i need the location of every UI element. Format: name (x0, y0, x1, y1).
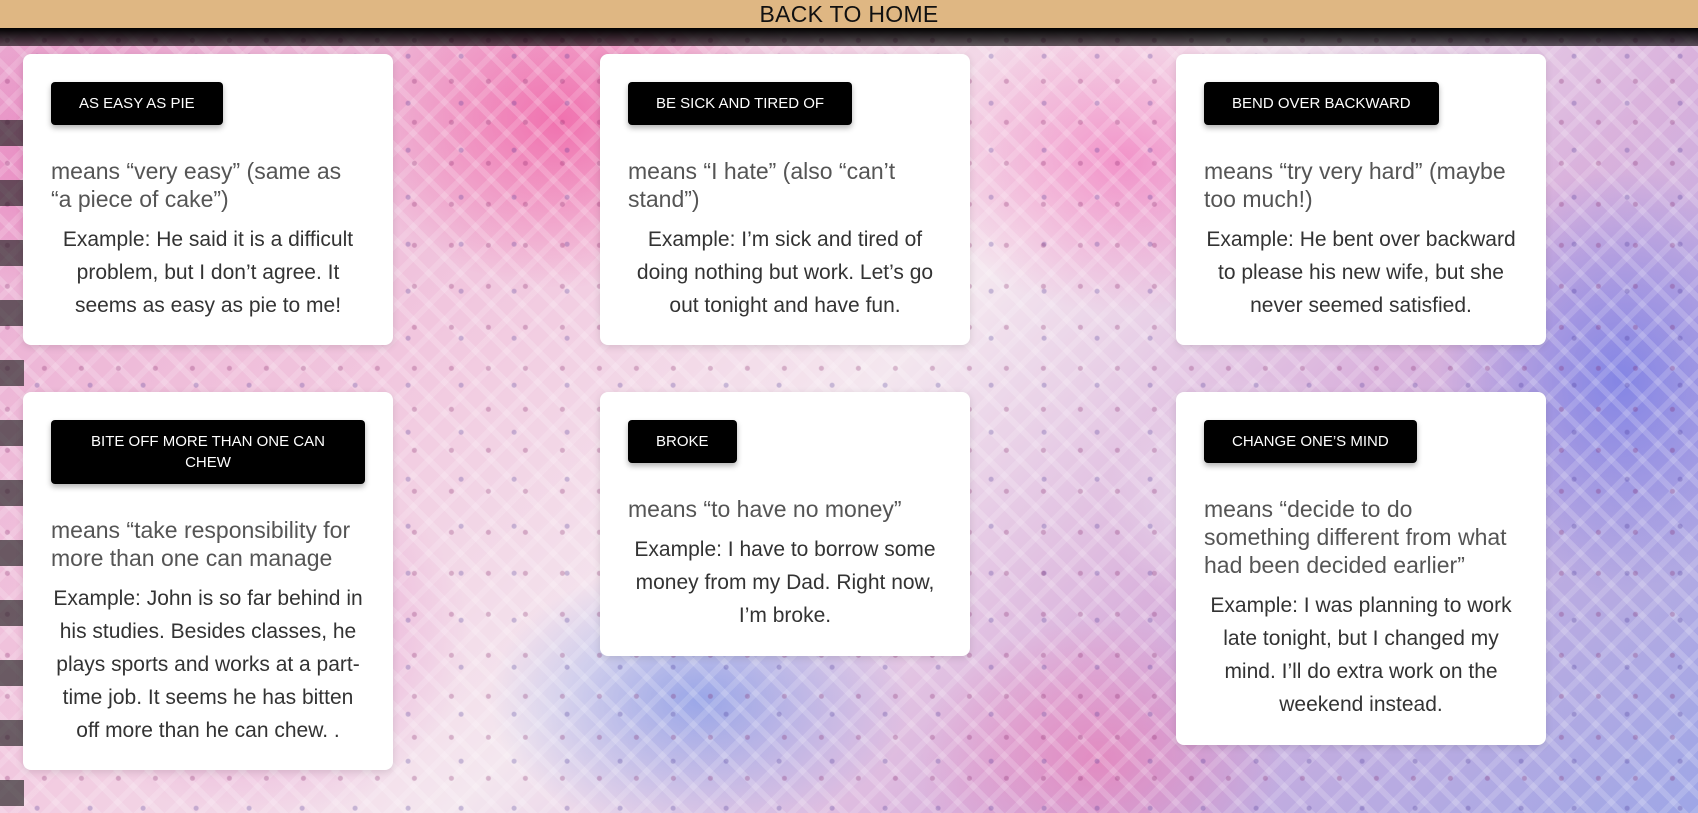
idiom-card: BE SICK AND TIRED OF means “I hate” (als… (600, 54, 970, 345)
idiom-example: Example: He bent over backward to please… (1206, 228, 1516, 317)
idiom-button[interactable]: BEND OVER BACKWARD (1204, 82, 1439, 125)
idiom-meaning: means “to have no money” (628, 496, 902, 522)
idiom-meaning: means “I hate” (also “can’t stand”) (628, 158, 896, 212)
idiom-button[interactable]: BE SICK AND TIRED OF (628, 82, 853, 125)
idiom-example: Example: He said it is a difficult probl… (62, 228, 354, 317)
idiom-card: BEND OVER BACKWARD means “try very hard”… (1176, 54, 1546, 345)
idiom-example: Example: John is so far behind in his st… (53, 587, 363, 742)
idiom-card: AS EASY AS PIE means “very easy” (same a… (23, 54, 393, 345)
idiom-card: BROKE means “to have no money” Example: … (600, 392, 970, 656)
background-binding (0, 120, 24, 810)
idiom-button[interactable]: AS EASY AS PIE (51, 82, 223, 125)
back-to-home-link[interactable]: BACK TO HOME (759, 2, 938, 26)
idiom-meaning: means “decide to do something different … (1204, 496, 1507, 578)
idiom-button[interactable]: BROKE (628, 420, 737, 463)
idiom-card: BITE OFF MORE THAN ONE CAN CHEW means “t… (23, 392, 393, 770)
idiom-card: CHANGE ONE’S MIND means “decide to do so… (1176, 392, 1546, 745)
idiom-meaning: means “very easy” (same as “a piece of c… (51, 158, 342, 212)
idiom-example: Example: I have to borrow some money fro… (634, 538, 936, 627)
idiom-meaning: means “take responsibility for more than… (51, 517, 351, 571)
idiom-button[interactable]: CHANGE ONE’S MIND (1204, 420, 1417, 463)
background-edge (0, 28, 1698, 46)
idiom-example: Example: I was planning to work late ton… (1210, 594, 1512, 716)
idiom-button[interactable]: BITE OFF MORE THAN ONE CAN CHEW (51, 420, 365, 484)
top-nav-bar: BACK TO HOME (0, 0, 1698, 28)
idiom-example: Example: I’m sick and tired of doing not… (636, 228, 934, 317)
idiom-meaning: means “try very hard” (maybe too much!) (1204, 158, 1506, 212)
